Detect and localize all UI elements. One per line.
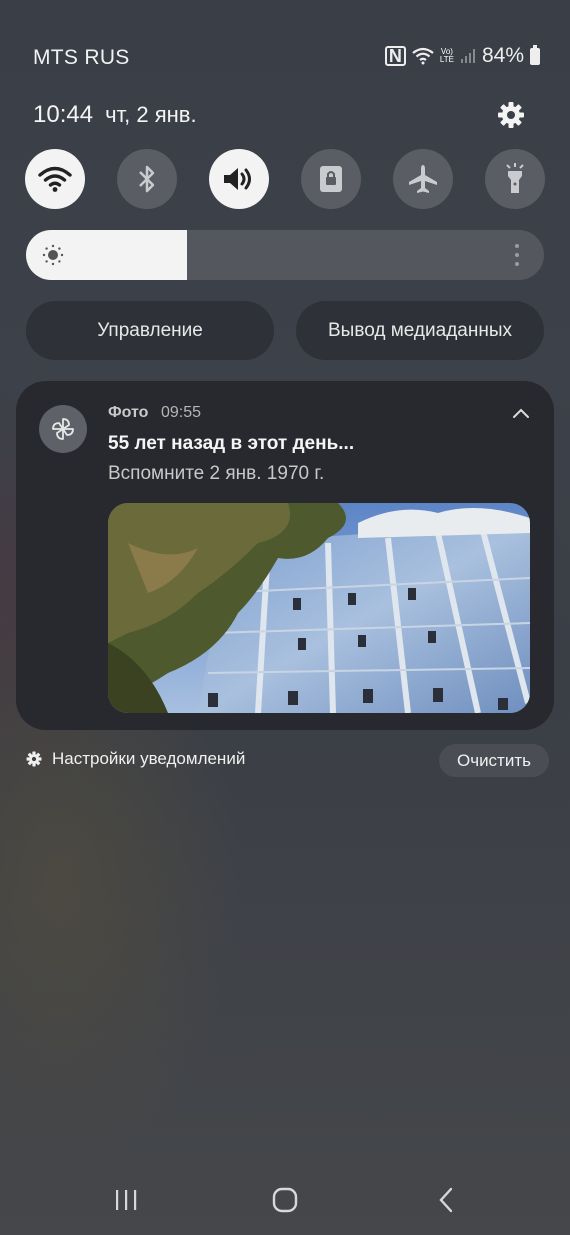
volte-icon: Vo) LTE: [439, 47, 454, 64]
more-options-icon[interactable]: [514, 244, 520, 266]
date: чт, 2 янв.: [105, 102, 197, 127]
toggle-sound[interactable]: [209, 149, 269, 209]
toggle-airplane[interactable]: [393, 149, 453, 209]
toggle-flashlight[interactable]: [485, 149, 545, 209]
home-button[interactable]: [265, 1185, 305, 1215]
memory-photo[interactable]: [108, 503, 530, 713]
notification-settings-label: Настройки уведомлений: [52, 749, 246, 768]
brightness-slider[interactable]: [26, 230, 544, 280]
chevron-up-icon[interactable]: [511, 405, 531, 421]
carrier-name: MTS RUS: [33, 46, 130, 69]
clear-button[interactable]: Очистить: [439, 744, 549, 777]
clock: 10:44: [33, 101, 94, 128]
recents-button[interactable]: [106, 1185, 146, 1215]
toggle-wifi[interactable]: [25, 149, 85, 209]
back-icon: [439, 1187, 453, 1213]
wifi-icon: [412, 47, 434, 65]
clock-row: 10:44 чт, 2 янв.: [33, 101, 197, 129]
battery-percent: 84%: [481, 44, 524, 67]
bluetooth-icon: [139, 165, 155, 193]
battery-icon: [530, 44, 540, 65]
media-output-button[interactable]: Вывод медиаданных: [296, 301, 544, 360]
signal-icon: [460, 49, 475, 63]
airplane-icon: [409, 165, 437, 193]
notification-title: 55 лет назад в этот день...: [108, 433, 355, 454]
back-button[interactable]: [426, 1185, 466, 1215]
status-icons: N Vo) LTE 84%: [384, 44, 540, 68]
wifi-icon: [38, 166, 72, 192]
sun-icon: [42, 244, 64, 266]
flashlight-icon: [506, 163, 524, 193]
nfc-icon: N: [384, 46, 406, 66]
toggle-rotation-lock[interactable]: [301, 149, 361, 209]
speaker-icon: [224, 168, 251, 190]
notification-app-name: Фото: [108, 404, 149, 421]
pinwheel-icon: [52, 418, 74, 440]
device-control-button[interactable]: Управление: [26, 301, 274, 360]
app-icon: [39, 405, 87, 453]
home-icon: [272, 1187, 298, 1213]
lock-icon: [320, 166, 342, 192]
notification-time: 09:55: [161, 404, 202, 421]
notification-settings-link[interactable]: Настройки уведомлений: [26, 749, 245, 769]
gear-icon[interactable]: [496, 100, 526, 130]
gear-icon: [26, 751, 42, 767]
notification-subtitle: Вспомните 2 янв. 1970 г.: [108, 463, 325, 484]
recents-icon: [116, 1190, 137, 1210]
toggle-bluetooth[interactable]: [117, 149, 177, 209]
